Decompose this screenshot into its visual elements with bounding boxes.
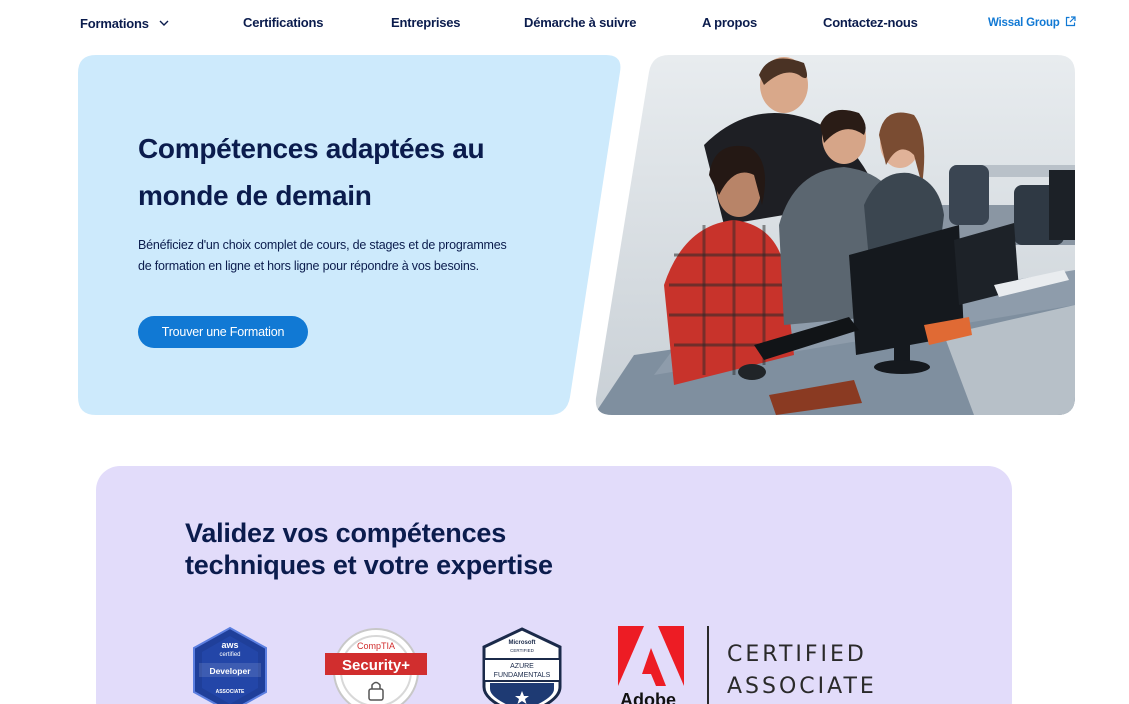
svg-text:aws: aws [221, 640, 238, 650]
nav-item-a-propos[interactable]: A propos [702, 15, 757, 30]
svg-text:FUNDAMENTALS: FUNDAMENTALS [494, 672, 551, 679]
hero-title: Compétences adaptées au monde de demain [138, 133, 485, 211]
hero-section: Compétences adaptées au monde de demain … [78, 55, 1075, 415]
certifications-title-line1: Validez vos compétences [185, 518, 507, 548]
students-at-computer-photo [595, 55, 1075, 415]
comptia-security-badge: CompTIA Security+ [325, 628, 427, 704]
adobe-logo-icon: Adobe [618, 626, 684, 704]
certifications-title-line2: techniques et votre expertise [185, 550, 553, 580]
svg-text:certified: certified [219, 652, 240, 658]
hero-description: Bénéficiez d'un choix complet de cours, … [138, 238, 507, 273]
nav-item-formations[interactable]: Formations [80, 15, 169, 31]
nav-item-certifications[interactable]: Certifications [243, 15, 323, 30]
svg-text:Security+: Security+ [342, 657, 410, 674]
external-link-icon [1065, 16, 1076, 30]
external-link-label: Wissal Group [988, 17, 1060, 29]
svg-text:CompTIA: CompTIA [357, 641, 395, 651]
svg-text:Developer: Developer [209, 666, 251, 676]
adobe-associate-text: ASSOCIATE [727, 674, 877, 699]
certifications-section: Validez vos compétences techniques et vo… [96, 466, 1012, 704]
svg-text:AZURE: AZURE [510, 663, 534, 670]
nav-item-entreprises[interactable]: Entreprises [391, 15, 461, 30]
nav-item-demarche[interactable]: Démarche à suivre [524, 15, 636, 30]
nav-item-label: Formations [80, 16, 149, 31]
top-navigation: Formations Certifications Entreprises Dé… [0, 0, 1129, 44]
aws-developer-badge: aws certified Developer ASSOCIATE [193, 626, 267, 704]
adobe-divider [707, 626, 709, 704]
svg-text:CERTIFIED: CERTIFIED [510, 648, 534, 653]
svg-text:ASSOCIATE: ASSOCIATE [216, 689, 245, 695]
find-training-button[interactable]: Trouver une Formation [138, 316, 308, 348]
svg-text:Adobe: Adobe [620, 690, 676, 704]
adobe-certified-text: CERTIFIED [727, 642, 867, 667]
svg-text:Microsoft: Microsoft [509, 640, 536, 646]
chevron-down-icon [159, 15, 169, 30]
nav-external-wissal-group[interactable]: Wissal Group [988, 16, 1076, 30]
certifications-title: Validez vos compétences techniques et vo… [185, 517, 645, 581]
adobe-certified-associate-badge: Adobe CERTIFIED ASSOCIATE [618, 626, 888, 704]
microsoft-azure-fundamentals-badge: Microsoft CERTIFIED AZURE FUNDAMENTALS [482, 627, 562, 704]
nav-item-contact[interactable]: Contactez-nous [823, 15, 918, 30]
